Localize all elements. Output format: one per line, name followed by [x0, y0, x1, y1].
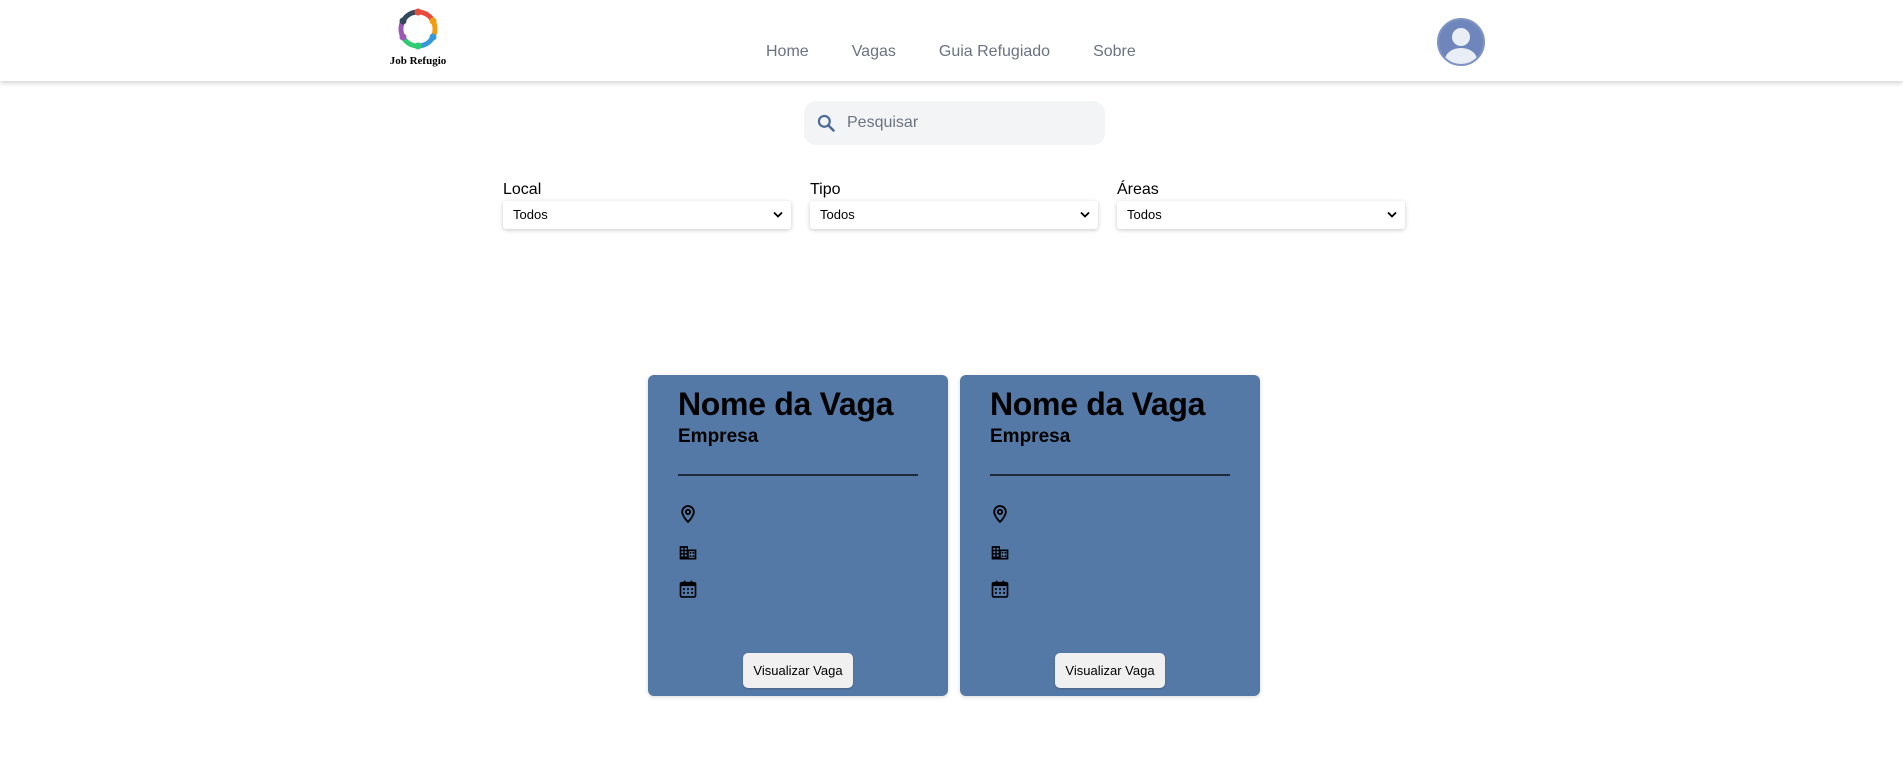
nav-vagas[interactable]: Vagas	[852, 43, 896, 61]
nav-sobre[interactable]: Sobre	[1093, 43, 1136, 61]
filter-local-value: Todos	[513, 207, 548, 222]
location-pin-icon	[993, 505, 1007, 524]
filter-areas-value: Todos	[1127, 207, 1162, 222]
filter-local: Local Todos	[503, 180, 791, 229]
job-company: Empresa	[990, 426, 1071, 447]
nav-guia-refugiado[interactable]: Guia Refugiado	[939, 43, 1050, 61]
filter-tipo: Tipo Todos	[810, 180, 1098, 229]
search-icon	[817, 114, 835, 132]
nav-home[interactable]: Home	[766, 43, 809, 61]
job-card: Nome da Vaga Empresa Visualizar Vaga	[648, 375, 948, 696]
divider	[678, 474, 918, 476]
filter-local-label: Local	[503, 181, 542, 198]
logo[interactable]: Job Refugio	[383, 4, 453, 72]
user-avatar[interactable]	[1437, 18, 1485, 66]
building-icon	[991, 546, 1009, 560]
job-card: Nome da Vaga Empresa Visualizar Vaga	[960, 375, 1260, 696]
filter-areas-label: Áreas	[1117, 181, 1159, 198]
filter-local-select[interactable]: Todos	[503, 201, 791, 229]
filter-areas: Áreas Todos	[1117, 180, 1405, 229]
view-job-button[interactable]: Visualizar Vaga	[743, 653, 853, 688]
filter-tipo-label: Tipo	[810, 181, 841, 198]
calendar-icon	[991, 580, 1009, 598]
filter-tipo-select[interactable]: Todos	[810, 201, 1098, 229]
search-bar	[804, 101, 1105, 145]
building-icon	[679, 546, 697, 560]
user-avatar-icon	[1445, 28, 1477, 64]
top-navbar: Job Refugio Home Vagas Guia Refugiado So…	[0, 0, 1903, 81]
job-title: Nome da Vaga	[990, 386, 1206, 422]
divider	[990, 474, 1230, 476]
logo-icon	[398, 8, 438, 50]
location-pin-icon	[681, 505, 695, 524]
filter-areas-select[interactable]: Todos	[1117, 201, 1405, 229]
chevron-down-icon	[1080, 211, 1090, 218]
logo-text: Job Refugio	[389, 55, 447, 67]
calendar-icon	[679, 580, 697, 598]
job-company: Empresa	[678, 426, 759, 447]
job-title: Nome da Vaga	[678, 386, 894, 422]
filter-tipo-value: Todos	[820, 207, 855, 222]
view-job-button[interactable]: Visualizar Vaga	[1055, 653, 1165, 688]
chevron-down-icon	[1387, 211, 1397, 218]
chevron-down-icon	[773, 211, 783, 218]
main-nav: Home Vagas Guia Refugiado Sobre	[766, 43, 1136, 61]
search-input[interactable]	[847, 113, 1087, 133]
